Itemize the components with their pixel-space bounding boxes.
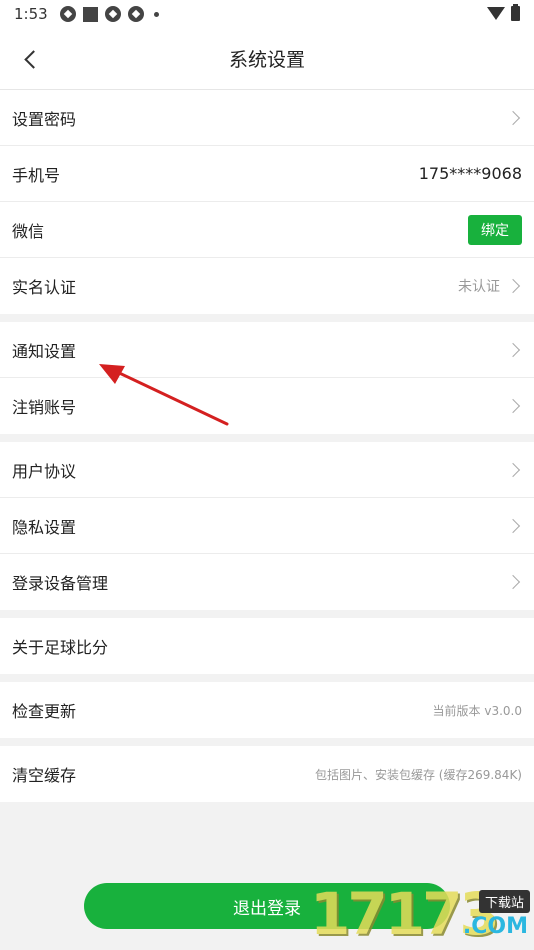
row-clear-cache[interactable]: 清空缓存 包括图片、安装包缓存 (缓存269.84K) (0, 746, 534, 802)
version-text: 当前版本 v3.0.0 (432, 703, 522, 718)
back-button[interactable] (12, 41, 48, 77)
settings-group-cache: 清空缓存 包括图片、安装包缓存 (缓存269.84K) (0, 746, 534, 802)
nav-bar: 系统设置 (0, 28, 534, 90)
page-title: 系统设置 (228, 49, 305, 71)
chevron-left-icon (23, 49, 43, 69)
row-right: 未认证 (458, 276, 522, 296)
settings-group-privacy: 用户协议 隐私设置 登录设备管理 (0, 442, 534, 610)
settings-group-update: 检查更新 当前版本 v3.0.0 (0, 682, 534, 738)
verification-status: 未认证 (458, 279, 500, 295)
status-bar: 1:53 (0, 0, 534, 28)
row-right (505, 574, 522, 590)
row-label: 隐私设置 (12, 517, 77, 537)
row-right: 包括图片、安装包缓存 (缓存269.84K) (315, 766, 522, 783)
watermark-domain: .COM (462, 914, 528, 939)
row-right (505, 398, 522, 414)
settings-group-notifications: 通知设置 注销账号 (0, 322, 534, 434)
chevron-right-icon (505, 574, 521, 590)
row-label: 用户协议 (12, 461, 77, 481)
row-delete-account[interactable]: 注销账号 (0, 378, 534, 434)
chevron-right-icon (505, 462, 521, 477)
row-right: 绑定 (468, 214, 522, 245)
notification-app-icon-3 (127, 6, 144, 22)
row-right (505, 342, 522, 357)
row-right: 当前版本 v3.0.0 (433, 702, 522, 719)
more-notifications-dot-icon (153, 11, 159, 17)
notification-app-icon (59, 6, 76, 22)
chevron-right-icon (505, 518, 521, 533)
notification-square-icon (82, 6, 98, 22)
row-device-management[interactable]: 登录设备管理 (0, 554, 534, 610)
row-label: 微信 (12, 221, 45, 241)
chevron-right-icon (505, 278, 521, 294)
row-right (505, 110, 522, 125)
row-label: 实名认证 (12, 278, 77, 297)
row-label: 登录设备管理 (12, 574, 109, 593)
row-notification-settings[interactable]: 通知设置 (0, 322, 534, 378)
chevron-right-icon (505, 342, 521, 357)
notification-app-icon-2 (104, 6, 121, 22)
row-user-agreement[interactable]: 用户协议 (0, 442, 534, 498)
status-time: 1:53 (14, 5, 48, 23)
cache-size-text: 包括图片、安装包缓存 (缓存269.84K) (314, 767, 522, 782)
row-label: 设置密码 (12, 109, 77, 129)
row-phone[interactable]: 手机号 175****9068 (0, 146, 534, 202)
chevron-right-icon (505, 398, 521, 414)
battery-icon (511, 4, 520, 21)
status-right (487, 4, 520, 21)
chevron-right-icon (505, 110, 521, 125)
row-right (505, 462, 522, 477)
watermark-tag: 下载站 (478, 890, 530, 913)
wifi-icon (487, 7, 505, 20)
row-privacy-settings[interactable]: 隐私设置 (0, 498, 534, 554)
settings-group-account: 设置密码 手机号 175****9068 微信 绑定 实名认证 未认证 (0, 90, 534, 314)
row-set-password[interactable]: 设置密码 (0, 90, 534, 146)
row-label: 关于足球比分 (12, 638, 109, 657)
row-right: 175****9068 (419, 164, 522, 183)
row-right (505, 518, 522, 533)
row-wechat: 微信 绑定 (0, 202, 534, 258)
row-label: 手机号 (12, 165, 61, 185)
row-label: 检查更新 (12, 702, 77, 721)
row-check-update[interactable]: 检查更新 当前版本 v3.0.0 (0, 682, 534, 738)
row-label: 清空缓存 (12, 766, 77, 785)
row-real-name-verification[interactable]: 实名认证 未认证 (0, 258, 534, 314)
logout-button[interactable]: 退出登录 (84, 883, 450, 929)
bind-wechat-button[interactable]: 绑定 (468, 214, 522, 245)
row-about[interactable]: 关于足球比分 (0, 618, 534, 674)
settings-group-about: 关于足球比分 (0, 618, 534, 674)
phone-value: 175****9068 (418, 164, 522, 183)
row-label: 通知设置 (12, 341, 77, 361)
row-label: 注销账号 (12, 398, 77, 417)
